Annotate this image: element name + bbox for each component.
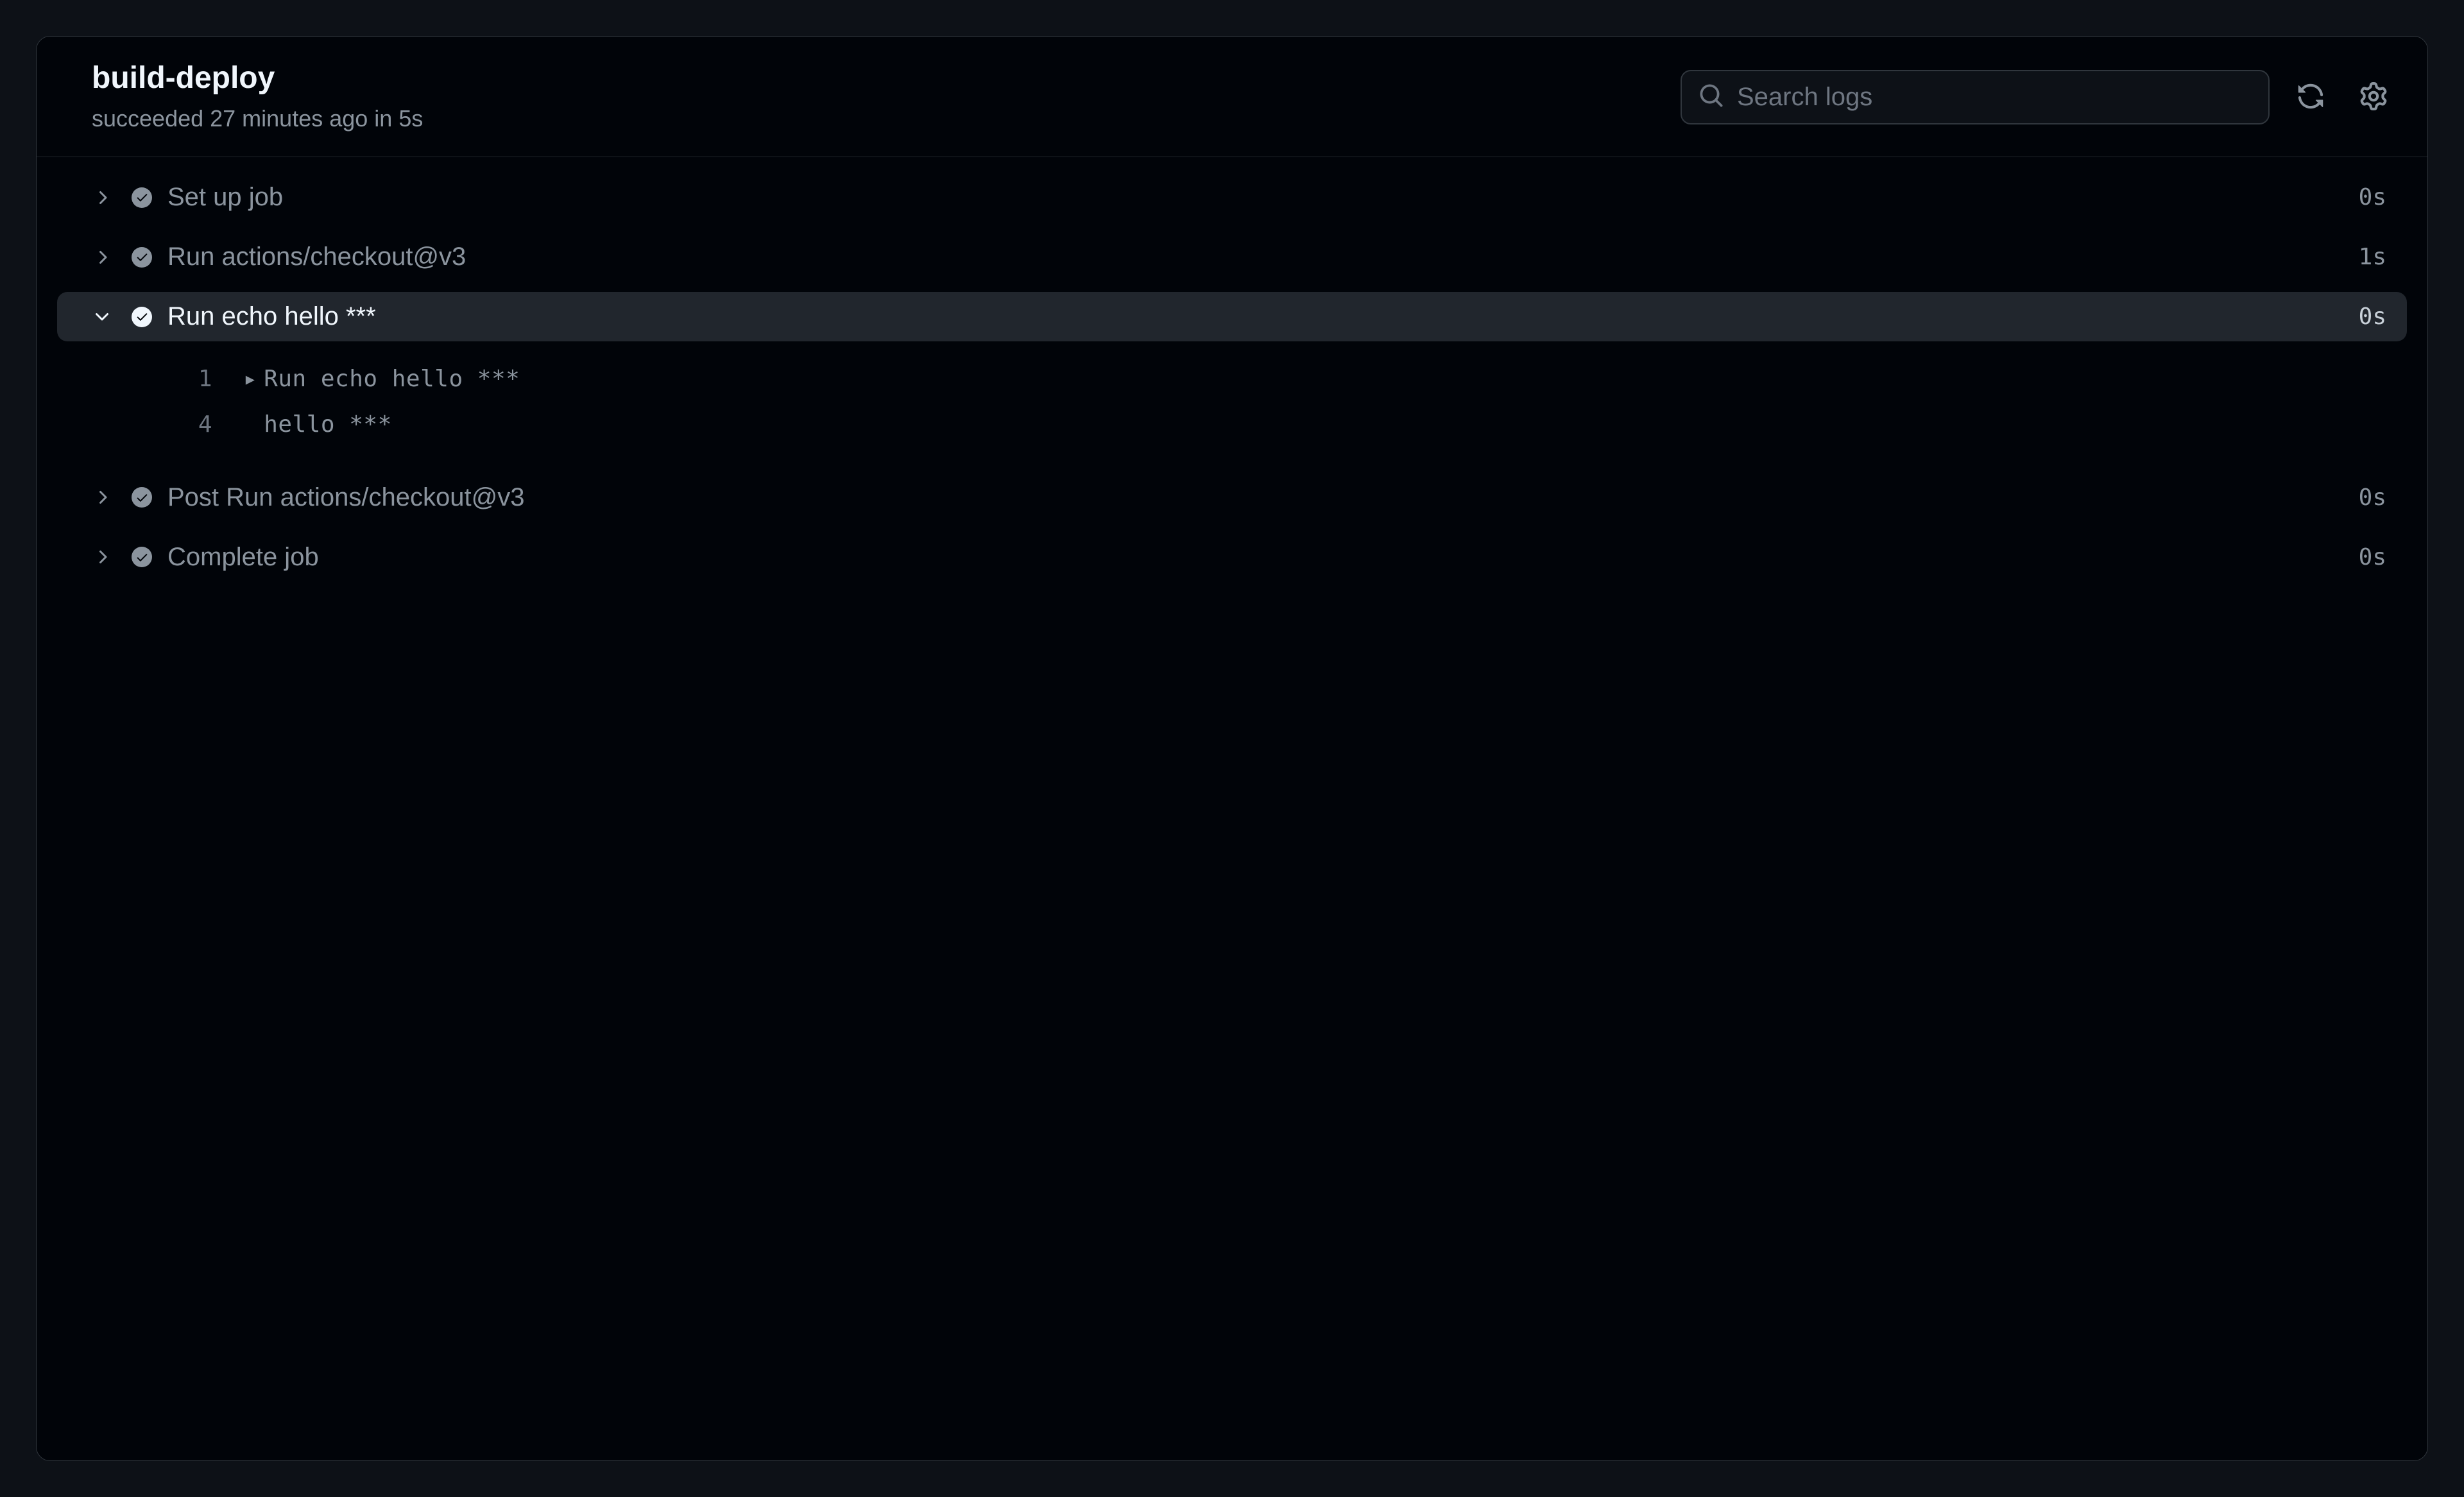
header-title-block: build-deploy succeeded 27 minutes ago in…	[92, 59, 423, 135]
chevron-right-icon	[88, 187, 116, 208]
refresh-button[interactable]	[2289, 74, 2332, 120]
log-line-content: hello ***	[264, 402, 2407, 447]
panel-header: build-deploy succeeded 27 minutes ago in…	[37, 37, 2427, 157]
search-container[interactable]	[1681, 70, 2270, 124]
chevron-right-icon	[88, 547, 116, 567]
log-marker-spacer	[243, 402, 264, 447]
step-duration: 0s	[2359, 184, 2386, 210]
chevron-down-icon	[88, 307, 116, 327]
log-line-number: 4	[57, 402, 243, 447]
step-row[interactable]: Run actions/checkout@v3 1s	[57, 232, 2407, 282]
log-line-number: 1	[57, 357, 243, 402]
chevron-right-icon	[88, 487, 116, 508]
search-input[interactable]	[1737, 83, 2252, 112]
step-name: Set up job	[167, 183, 2343, 212]
gear-icon	[2359, 82, 2388, 112]
step-name: Complete job	[167, 543, 2343, 572]
step-duration: 0s	[2359, 544, 2386, 570]
triangle-right-icon: ▸	[243, 357, 264, 402]
job-status-text: succeeded 27 minutes ago in 5s	[92, 103, 423, 135]
step-row[interactable]: Run echo hello *** 0s	[57, 292, 2407, 341]
step-duration: 0s	[2359, 304, 2386, 330]
settings-button[interactable]	[2352, 74, 2395, 120]
step-row[interactable]: Set up job 0s	[57, 173, 2407, 222]
check-circle-icon	[132, 547, 152, 567]
job-title: build-deploy	[92, 59, 423, 98]
step-row[interactable]: Post Run actions/checkout@v3 0s	[57, 473, 2407, 522]
step-duration: 1s	[2359, 244, 2386, 270]
step-duration: 0s	[2359, 484, 2386, 511]
check-circle-icon	[132, 187, 152, 208]
check-circle-icon	[132, 247, 152, 268]
step-name: Post Run actions/checkout@v3	[167, 483, 2343, 512]
check-circle-icon	[132, 487, 152, 508]
log-line[interactable]: 1 ▸ Run echo hello ***	[57, 357, 2407, 402]
log-panel: build-deploy succeeded 27 minutes ago in…	[36, 36, 2428, 1461]
steps-list: Set up job 0s Run actions/checkout@v3 1s…	[37, 157, 2427, 1460]
log-output: 1 ▸ Run echo hello *** 4 hello ***	[57, 352, 2407, 472]
search-icon	[1698, 83, 1724, 112]
check-circle-icon	[132, 307, 152, 327]
step-name: Run echo hello ***	[167, 302, 2343, 331]
chevron-right-icon	[88, 247, 116, 268]
step-row[interactable]: Complete job 0s	[57, 533, 2407, 582]
log-line[interactable]: 4 hello ***	[57, 402, 2407, 447]
sync-icon	[2297, 82, 2325, 112]
step-name: Run actions/checkout@v3	[167, 243, 2343, 271]
log-line-content: Run echo hello ***	[264, 357, 2407, 402]
header-actions	[1681, 70, 2395, 124]
